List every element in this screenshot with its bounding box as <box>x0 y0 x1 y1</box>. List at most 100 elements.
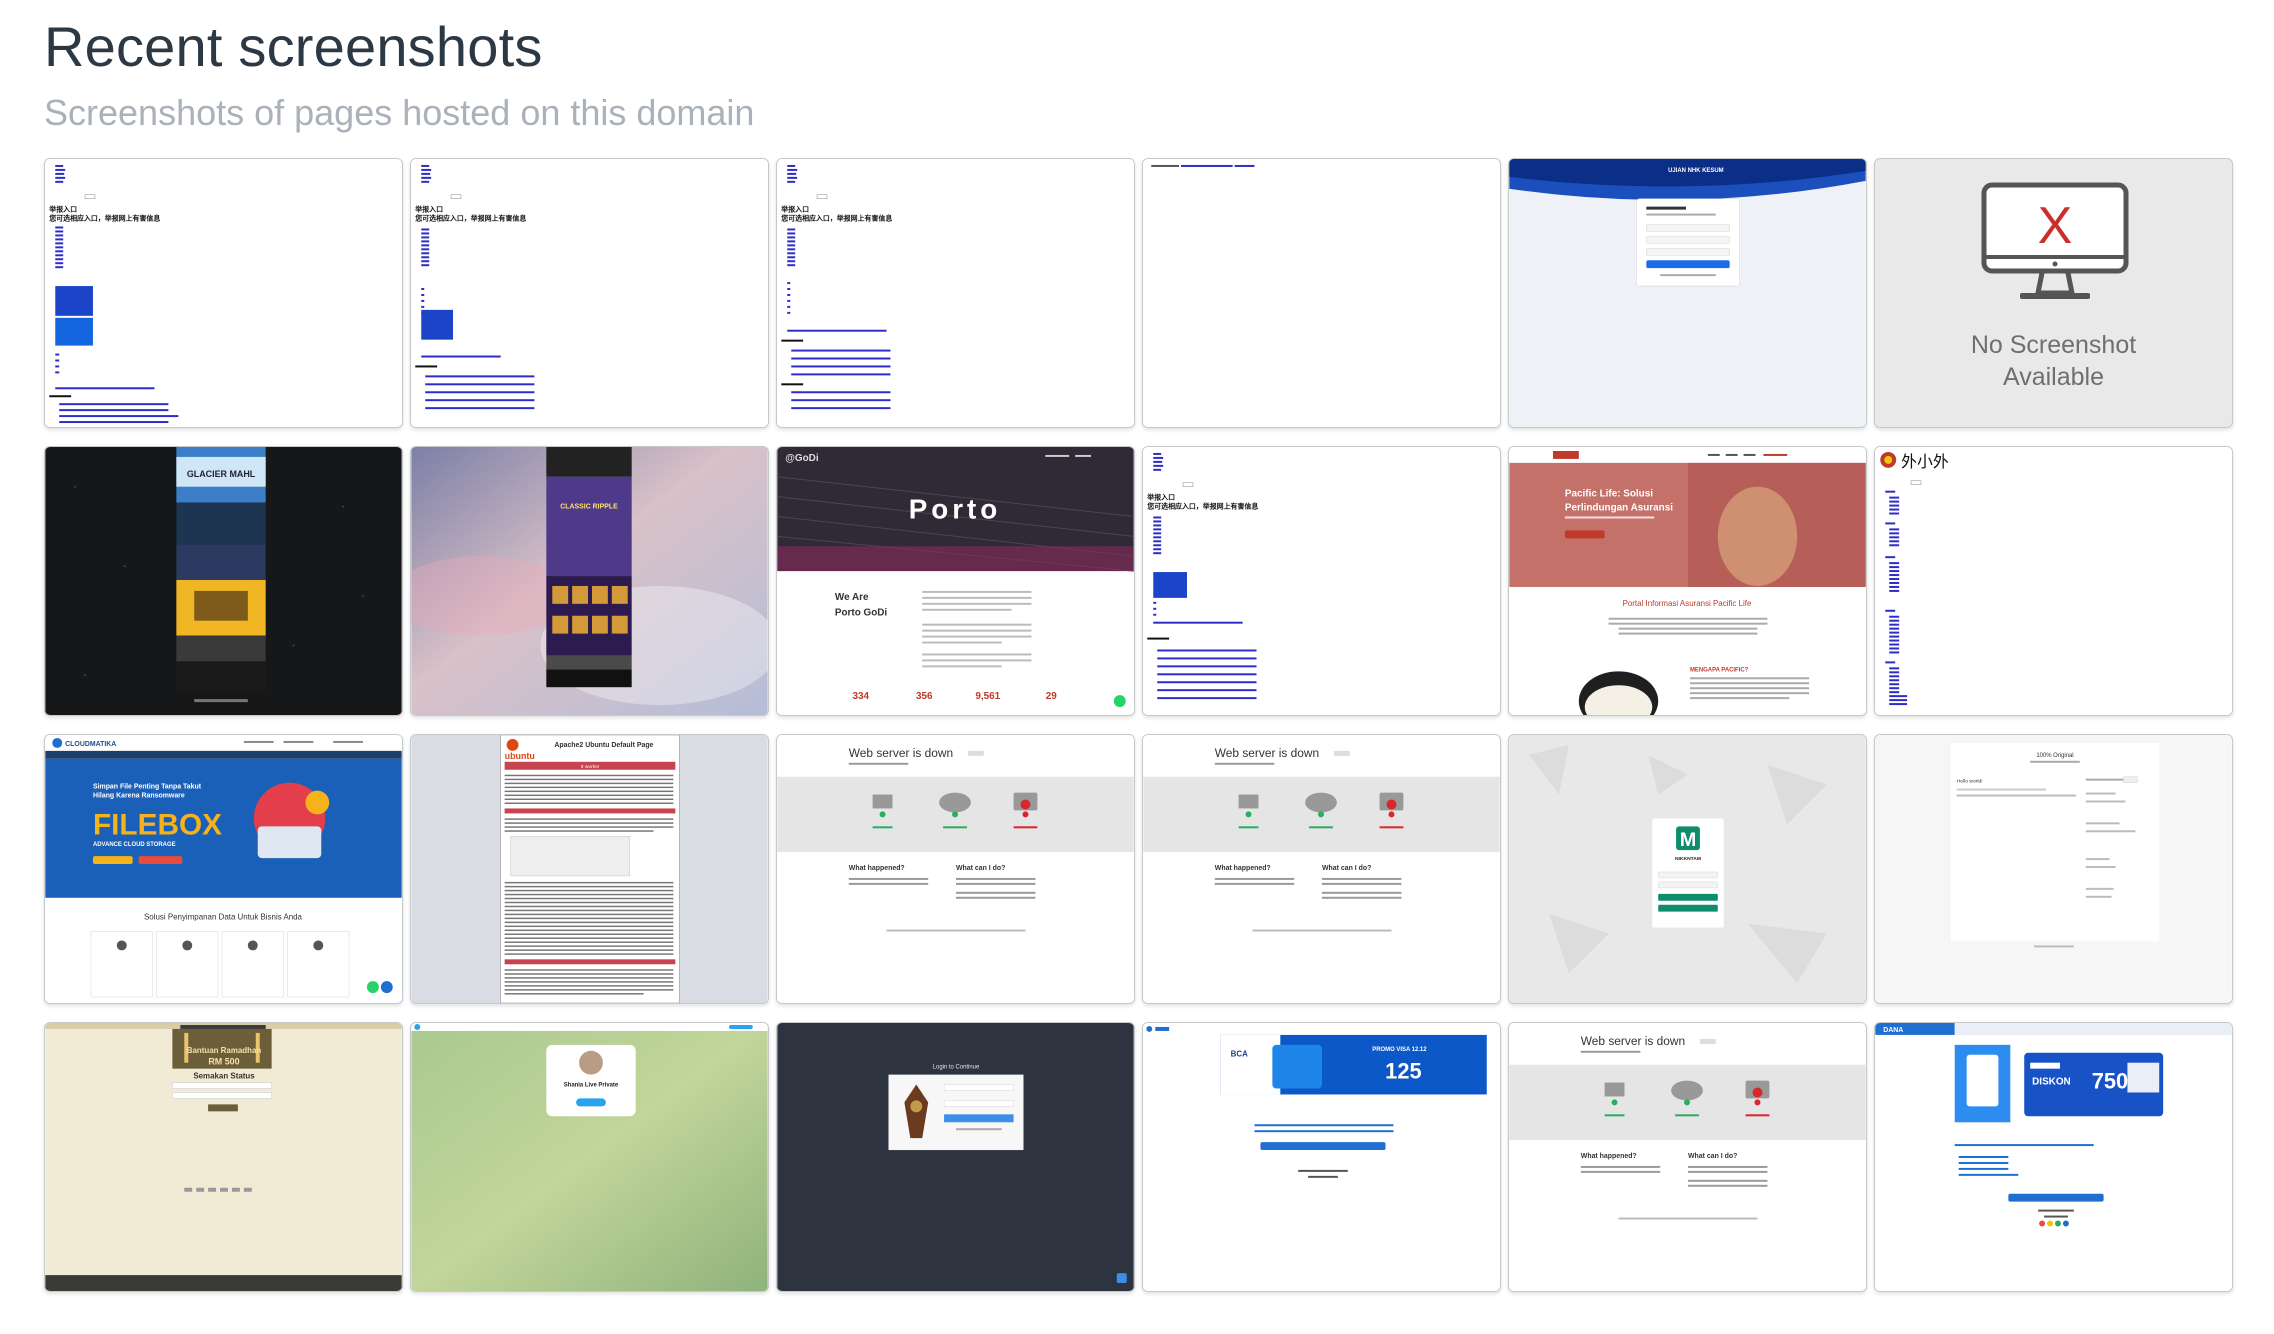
screenshot-thumbnail: GLACIER MAHL <box>45 447 402 715</box>
card-stat-4: 29 <box>1046 691 1058 702</box>
card-about-2: Porto GoDi <box>835 608 888 619</box>
card-brand: @GoDi <box>785 453 819 464</box>
screenshot-card-server-down-2[interactable]: Web server is down What happened? What c… <box>1142 734 1501 1004</box>
card-header: 100% Original <box>2036 753 2073 759</box>
card-hero-1: Simpan File Penting Tanpa Takut <box>93 784 202 791</box>
card-amount: 750 <box>2092 1069 2128 1094</box>
card-question-1: What happened? <box>849 865 905 872</box>
card-stat-2: 356 <box>916 691 933 702</box>
screenshot-card-chinese-portal-4[interactable]: 举报入口 您可选相应入口，举报网上有害信息 <box>1142 446 1501 716</box>
screenshot-thumbnail: Apache2 Ubuntu Default Page ubuntu It wo… <box>411 735 768 1003</box>
no-screenshot-line2: Available <box>2002 363 2104 391</box>
screenshot-thumbnail: 100% Original Hello world! <box>1875 735 2232 1003</box>
screenshot-card-insurance-site[interactable]: Pacific Life: Solusi Perlindungan Asuran… <box>1508 446 1867 716</box>
screenshot-card-no-screenshot[interactable]: X No Screenshot Available <box>1874 158 2233 428</box>
card-question-1: What happened? <box>1581 1153 1637 1160</box>
monitor-icon: X <box>1981 182 2129 299</box>
screenshot-thumbnail: Web server is down What happened? What c… <box>1143 735 1500 1003</box>
screenshot-card-chinese-portal-1[interactable]: 举报入口 您可选相应入口，举报网上有害信息 <box>44 158 403 428</box>
card-heading: 举报入口 <box>780 205 809 214</box>
screenshot-thumbnail: Web server is down What happened? What c… <box>777 735 1134 1003</box>
screenshot-thumbnail: Pacific Life: Solusi Perlindungan Asuran… <box>1509 447 1866 715</box>
screenshot-card-login-form[interactable]: UJIAN NHK KESUM <box>1508 158 1867 428</box>
card-subheading: 您可选相应入口，举报网上有害信息 <box>1147 502 1258 511</box>
card-subtitle: Semakan Status <box>193 1072 255 1081</box>
screenshot-card-server-down-3[interactable]: Web server is down What happened? What c… <box>1508 1022 1867 1292</box>
screenshot-thumbnail: Shania Live Private <box>411 1023 768 1291</box>
screenshot-card-apache-default[interactable]: Apache2 Ubuntu Default Page ubuntu It wo… <box>410 734 769 1004</box>
card-heading: 举报入口 <box>414 205 443 214</box>
screenshot-card-porto-site[interactable]: @GoDi Porto We Are Porto GoDi 334 356 9,… <box>776 446 1135 716</box>
card-hero-1: Pacific Life: Solusi <box>1565 489 1653 500</box>
screenshot-thumbnail: Web server is down What happened? What c… <box>1509 1023 1866 1291</box>
card-about: We Are <box>835 592 869 603</box>
card-question-2: What can I do? <box>956 865 1005 872</box>
screenshot-card-telegram[interactable]: Shania Live Private <box>410 1022 769 1292</box>
card-logo-letter: M <box>1680 829 1697 851</box>
card-headline: Porto <box>909 493 1001 524</box>
card-amount: RM 500 <box>208 1057 239 1067</box>
card-amount: 125 <box>1385 1059 1421 1084</box>
screenshot-card-blog[interactable]: 100% Original Hello world! <box>1874 734 2233 1004</box>
card-section: Solusi Penyimpanan Data Untuk Bisnis And… <box>144 913 303 922</box>
card-title: Apache2 Ubuntu Default Page <box>554 742 653 749</box>
screenshot-thumbnail: 举报入口 您可选相应入口，举报网上有害信息 <box>45 159 402 427</box>
screenshot-card-app-login[interactable]: M NIKKNTAM <box>1508 734 1867 1004</box>
card-subheading: 您可选相应入口，举报网上有害信息 <box>49 214 160 223</box>
screenshot-thumbnail: M NIKKNTAM <box>1509 735 1866 1003</box>
screenshot-card-chinese-tree[interactable]: 外小外 <box>1874 446 2233 716</box>
screenshot-card-bank-promo[interactable]: BCA PROMO VISA 12.12 125 <box>1142 1022 1501 1292</box>
screenshot-card-blank-links[interactable] <box>1142 158 1501 428</box>
screenshot-thumbnail: CLASSIC RIPPLE <box>411 447 768 715</box>
card-contact-name: Shania Live Private <box>564 1083 619 1089</box>
card-section: Portal Informasi Asuransi Pacific Life <box>1623 599 1752 608</box>
screenshot-thumbnail: CLOUDMATIKA Simpan File Penting Tanpa Ta… <box>45 735 402 1003</box>
card-heading: 举报入口 <box>1146 493 1175 502</box>
screenshot-thumbnail: 举报入口 您可选相应入口，举报网上有害信息 <box>411 159 768 427</box>
no-screenshot-line1: No Screenshot <box>1970 331 2137 359</box>
card-product: FILEBOX <box>93 808 222 841</box>
card-label: DISKON <box>2032 1077 2071 1088</box>
card-question-2: What can I do? <box>1688 1153 1737 1160</box>
screenshot-card-server-down-1[interactable]: Web server is down What happened? What c… <box>776 734 1135 1004</box>
screenshot-thumbnail: 举报入口 您可选相应入口，举报网上有害信息 <box>777 159 1134 427</box>
screenshot-card-dark-game-banner[interactable]: GLACIER MAHL <box>44 446 403 716</box>
screenshot-card-chinese-portal-3[interactable]: 举报入口 您可选相应入口，举报网上有害信息 <box>776 158 1135 428</box>
screenshot-card-dana-promo[interactable]: DANA DISKON 750 <box>1874 1022 2233 1292</box>
card-banner: It works! <box>581 764 599 770</box>
screenshot-thumbnail: 举报入口 您可选相应入口，举报网上有害信息 <box>1143 447 1500 715</box>
screenshot-thumbnail: @GoDi Porto We Are Porto GoDi 334 356 9,… <box>777 447 1134 715</box>
screenshot-thumbnail: Bantuan Ramadhan RM 500 Semakan Status <box>45 1023 402 1291</box>
screenshot-thumbnail: UJIAN NHK KESUM <box>1509 159 1866 427</box>
screenshot-grid: 举报入口 您可选相应入口，举报网上有害信息 举报入口 您可选相应入口，举报网上有… <box>44 158 2233 1292</box>
card-section-2: MENGAPA PACIFIC? <box>1690 667 1749 673</box>
screenshot-card-dark-login[interactable]: Login to Continue <box>776 1022 1135 1292</box>
screenshot-thumbnail: Login to Continue <box>777 1023 1134 1291</box>
screenshot-card-cloud-storage[interactable]: CLOUDMATIKA Simpan File Penting Tanpa Ta… <box>44 734 403 1004</box>
svg-text:BCA: BCA <box>1231 1050 1248 1059</box>
card-heading: 举报入口 <box>48 205 77 214</box>
no-screenshot-glyph: X <box>2038 197 2073 255</box>
card-banner-text: CLASSIC RIPPLE <box>560 504 618 511</box>
screenshot-thumbnail: DANA DISKON 750 <box>1875 1023 2232 1291</box>
card-tagline: ADVANCE CLOUD STORAGE <box>93 842 176 848</box>
card-title: Web server is down <box>849 746 953 760</box>
screenshot-thumbnail: BCA PROMO VISA 12.12 125 <box>1143 1023 1500 1291</box>
screenshot-card-chinese-portal-2[interactable]: 举报入口 您可选相应入口，举报网上有害信息 <box>410 158 769 428</box>
card-logo-text: 外小外 <box>1901 453 1949 471</box>
card-title: Login to Continue <box>933 1065 980 1071</box>
card-title: UJIAN NHK KESUM <box>1668 168 1723 174</box>
card-promo: PROMO VISA 12.12 <box>1372 1047 1427 1053</box>
card-brand: DANA <box>1883 1027 1903 1034</box>
card-hero-2: Perlindungan Asuransi <box>1565 503 1673 514</box>
card-stat-1: 334 <box>852 691 869 702</box>
screenshot-thumbnail: 外小外 <box>1875 447 2232 715</box>
card-logo: ubuntu <box>505 751 535 761</box>
screenshot-card-ramadan-form[interactable]: Bantuan Ramadhan RM 500 Semakan Status <box>44 1022 403 1292</box>
card-title: Bantuan Ramadhan <box>187 1046 262 1055</box>
card-subheading: 您可选相应入口，举报网上有害信息 <box>781 214 892 223</box>
screenshot-card-blurred-game-banner[interactable]: CLASSIC RIPPLE <box>410 446 769 716</box>
card-title: Web server is down <box>1581 1034 1685 1048</box>
card-title: Web server is down <box>1215 746 1319 760</box>
card-post-title: Hello world! <box>1957 779 1983 785</box>
